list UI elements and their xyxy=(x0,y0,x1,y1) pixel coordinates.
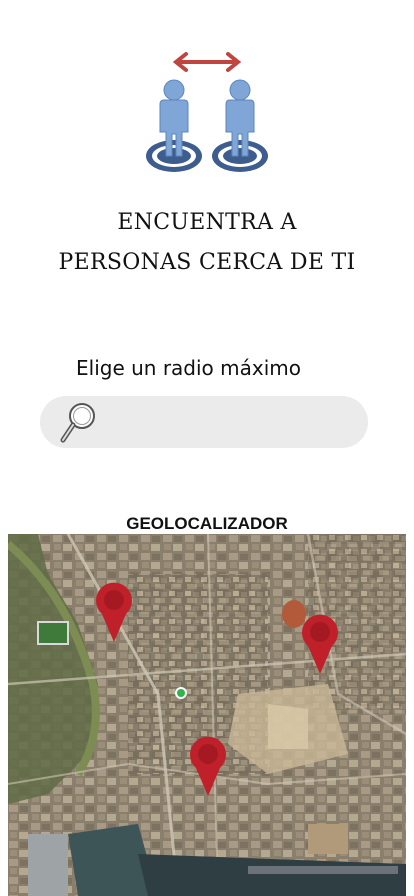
map-pin-icon[interactable] xyxy=(188,734,228,798)
page-title-line2: PERSONAS CERCA DE TI xyxy=(58,250,356,275)
map-section-title: GEOLOCALIZADOR xyxy=(126,514,288,533)
double-arrow-icon xyxy=(172,52,242,72)
user-location-marker[interactable] xyxy=(174,686,188,700)
radius-label: Elige un radio máximo xyxy=(76,356,301,380)
map-pin-icon[interactable] xyxy=(94,580,134,644)
page-title-line1: ENCUENTRA A xyxy=(117,210,297,235)
magnifier-icon[interactable] xyxy=(58,400,98,444)
map-pin-icon[interactable] xyxy=(300,612,340,676)
people-nearby-icon xyxy=(146,52,268,172)
map-view[interactable] xyxy=(8,534,406,896)
satellite-map-image xyxy=(8,534,406,896)
